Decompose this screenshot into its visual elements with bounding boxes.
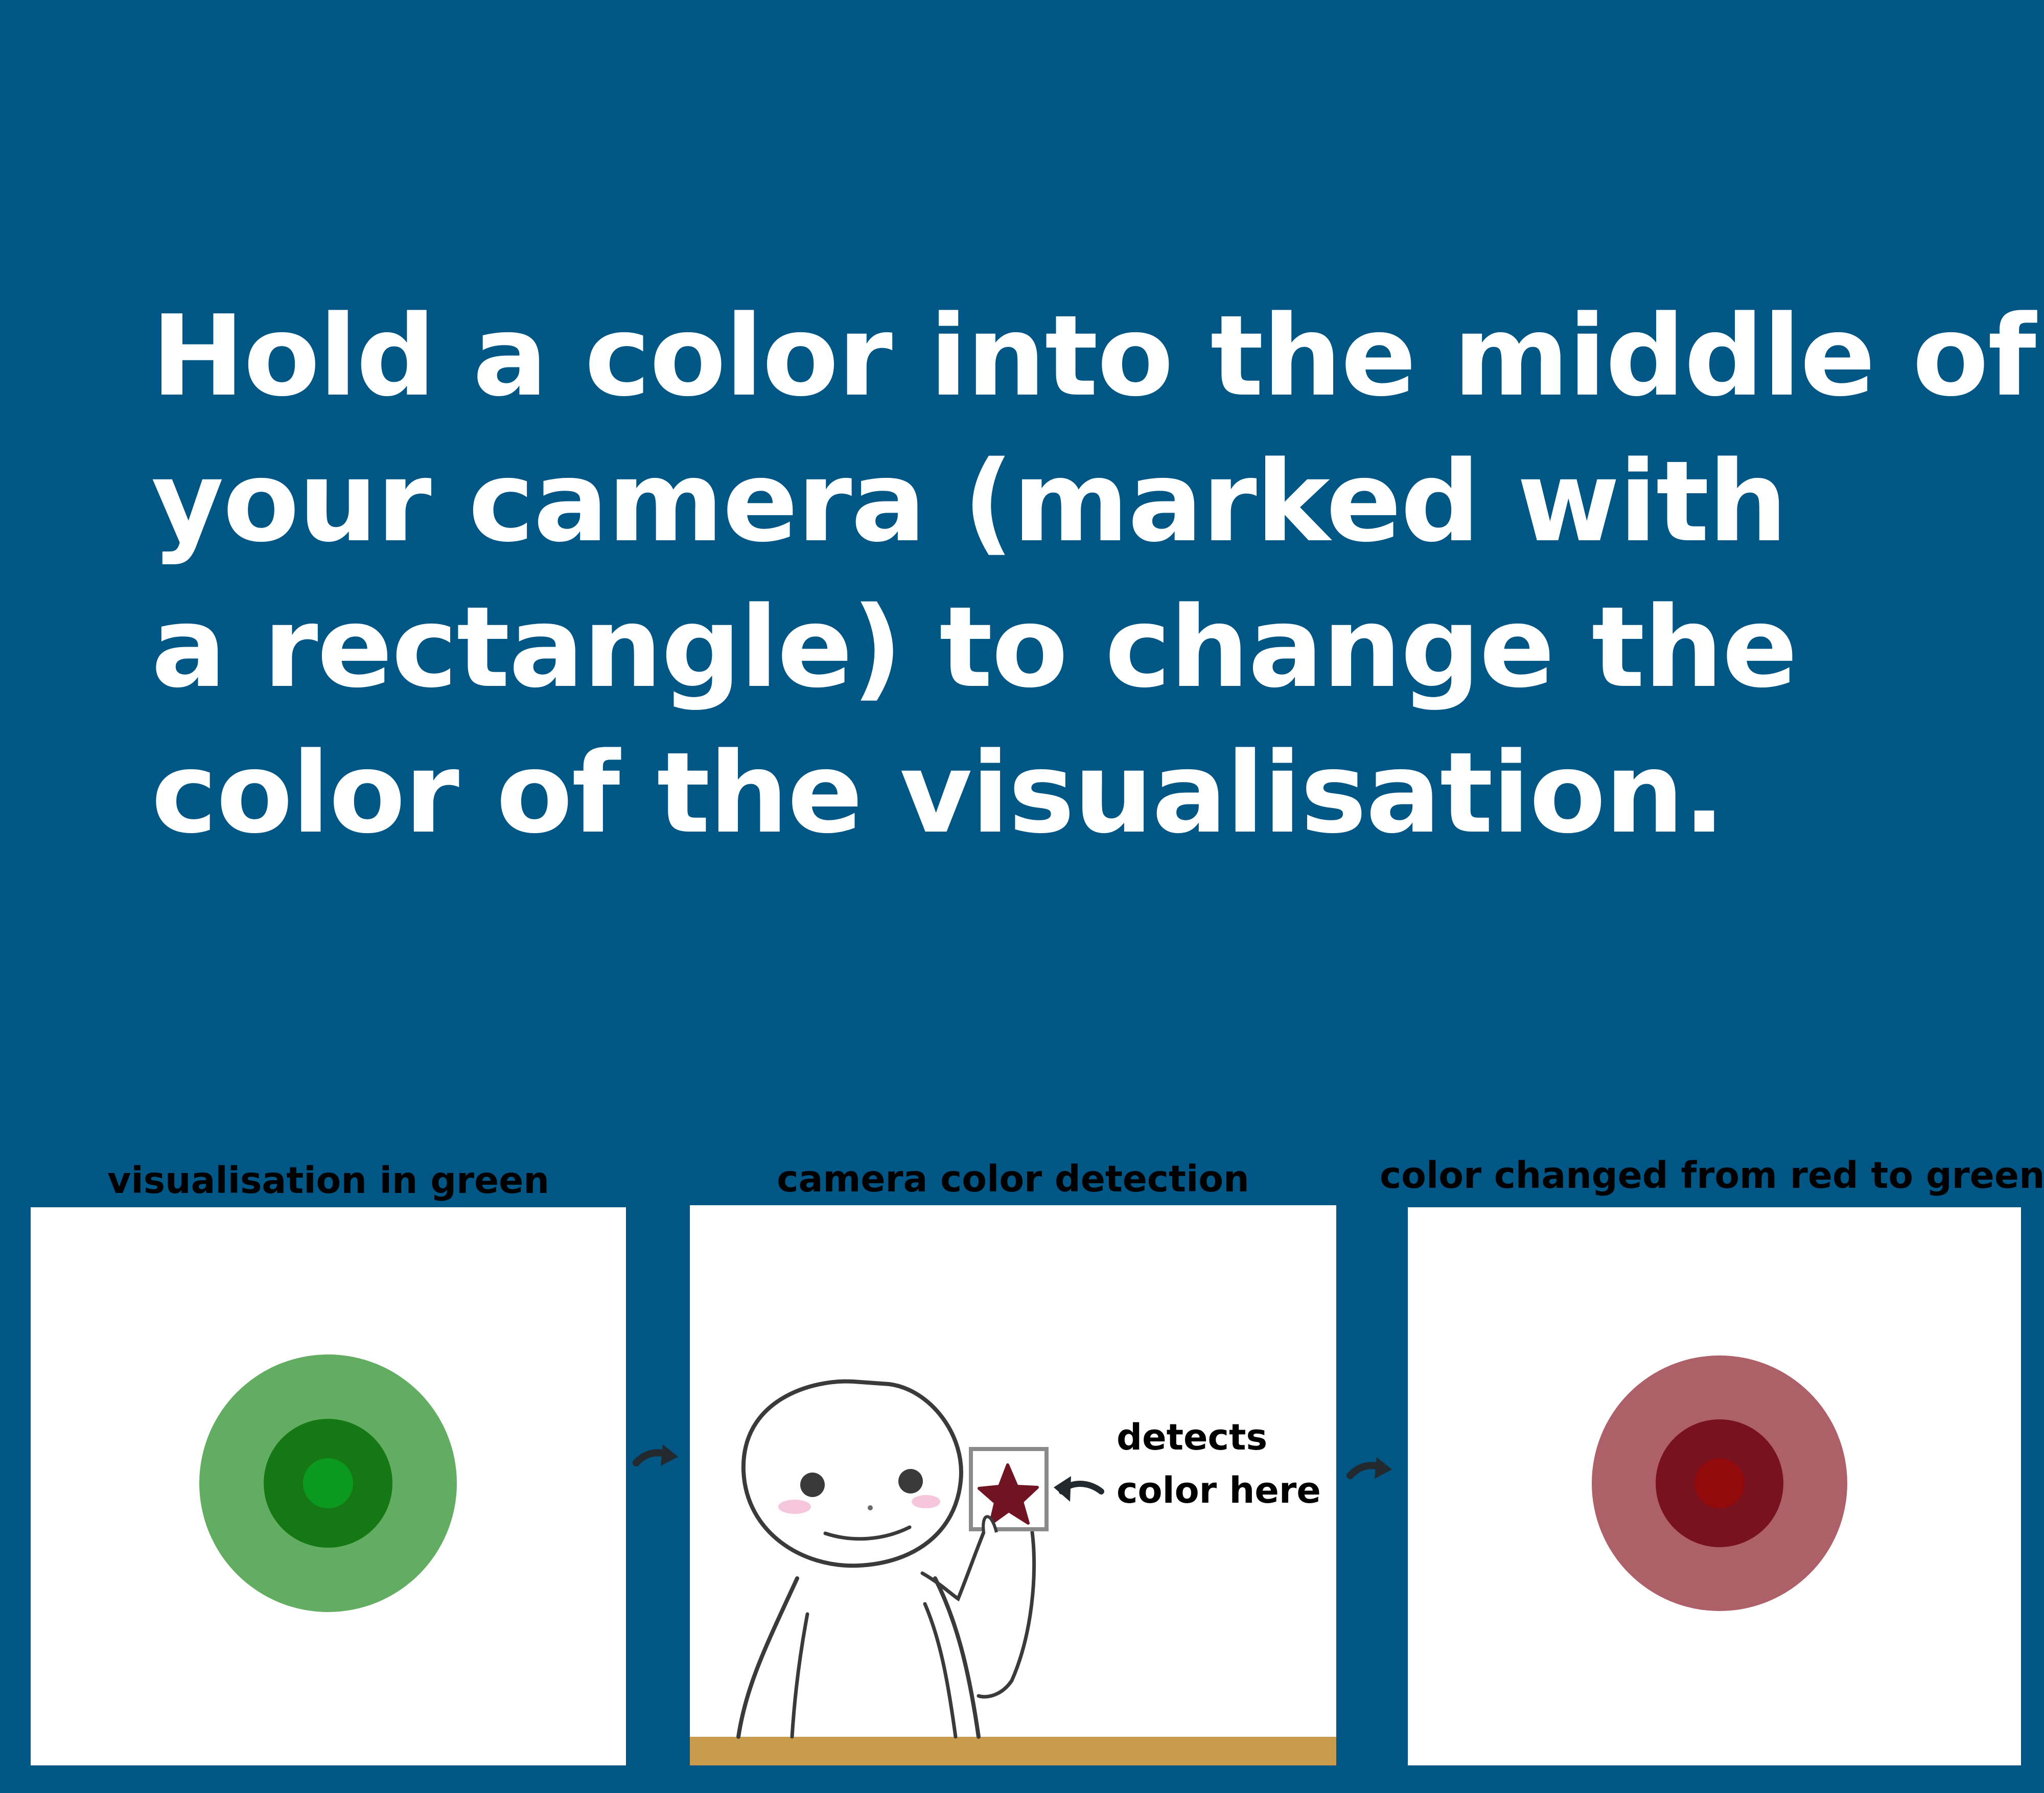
person-right-cheek <box>912 1495 940 1508</box>
person-nose <box>868 1505 873 1510</box>
next-arrow-icon <box>1346 1457 1392 1479</box>
red-target-graphic <box>1592 1355 1847 1611</box>
instruction-heading: Hold a color into the middle of your cam… <box>151 284 2036 866</box>
next-arrow-icon <box>633 1444 678 1466</box>
panel-title-red: color changed from red to green <box>1380 1154 2044 1197</box>
red-center-dot <box>1694 1458 1745 1508</box>
person-left-cheek <box>778 1500 811 1514</box>
person-left-eye <box>800 1473 825 1497</box>
table-floor <box>690 1737 1336 1765</box>
green-target-graphic <box>199 1354 457 1612</box>
instruction-line-1: Hold a color into the middle of <box>151 292 2036 421</box>
person-right-eye <box>898 1469 923 1493</box>
detects-color-line-2: color here <box>1117 1469 1321 1511</box>
instruction-line-2: your camera (marked with <box>151 438 1787 567</box>
detects-color-label: detects color here <box>1117 1411 1321 1517</box>
panel-title-green: visualisation in green <box>107 1159 549 1202</box>
green-visualisation-panel <box>31 1207 626 1765</box>
detects-color-line-1: detects <box>1117 1416 1268 1458</box>
pointer-arrowhead <box>1054 1476 1071 1502</box>
instruction-line-3: a rectangle) to change the <box>151 583 1798 712</box>
panel-title-camera: camera color detection <box>777 1158 1249 1200</box>
green-center-dot <box>303 1458 353 1508</box>
instruction-line-4: color of the visualisation. <box>151 729 1725 858</box>
person-raised-arm <box>920 1530 1036 1699</box>
red-visualisation-panel <box>1408 1207 2021 1765</box>
person-inner-lines <box>790 1602 958 1739</box>
